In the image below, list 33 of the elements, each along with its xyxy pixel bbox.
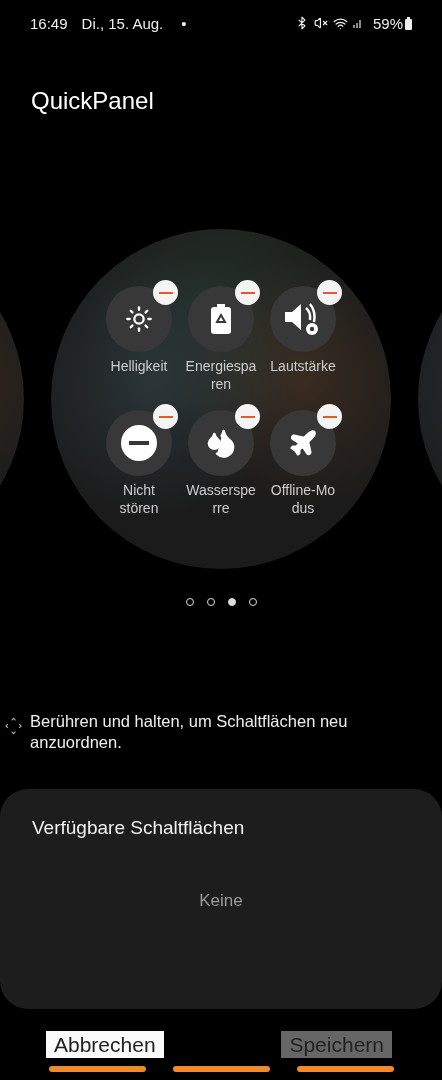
page-title: QuickPanel	[31, 86, 155, 116]
panel-title: Verfügbare Schaltflächen	[32, 817, 246, 839]
battery-icon	[211, 304, 231, 334]
status-time: 16:49	[30, 14, 68, 32]
toggle-label: Offline-Mo dus	[270, 481, 336, 517]
water-drops-icon	[205, 427, 237, 459]
remove-button[interactable]	[317, 280, 342, 305]
panel-page-preview[interactable]: Helligkeit Energiespa ren Lautstärke Nicht stören Wasserspe rre Offline-Mo dus	[51, 229, 391, 569]
action-button[interactable]: Abbrechen	[46, 1031, 164, 1058]
notification-dot: •	[181, 14, 187, 32]
empty-text: Keine	[198, 891, 244, 911]
remove-button[interactable]	[317, 404, 342, 429]
toggle-label: Wasserspe rre	[186, 481, 256, 517]
remove-button[interactable]	[153, 280, 178, 305]
airplane-icon	[288, 428, 318, 458]
wifi-icon	[332, 15, 348, 31]
toggle-label: Energiespa ren	[185, 357, 257, 393]
toggle-label: Lautstärke	[270, 357, 336, 375]
mute-icon	[313, 16, 328, 30]
battery-level: 59%	[372, 14, 403, 32]
do-not-disturb-icon	[121, 425, 157, 461]
remove-button[interactable]	[153, 404, 178, 429]
page-indicator-dot[interactable]	[227, 598, 236, 606]
toggle-label: Nicht stören	[119, 481, 159, 517]
hint-text: Berühren und halten, um Schaltflächen neu anzuordnen.	[30, 711, 349, 753]
remove-button[interactable]	[235, 404, 260, 429]
signal-icon	[352, 17, 363, 29]
remove-button[interactable]	[235, 280, 260, 305]
toggle-label: Helligkeit	[110, 357, 168, 375]
drag-arrows-icon	[5, 717, 23, 735]
status-date: Di., 15. Aug.	[81, 14, 164, 32]
brightness-icon	[125, 305, 153, 333]
battery-status-icon	[405, 16, 412, 30]
